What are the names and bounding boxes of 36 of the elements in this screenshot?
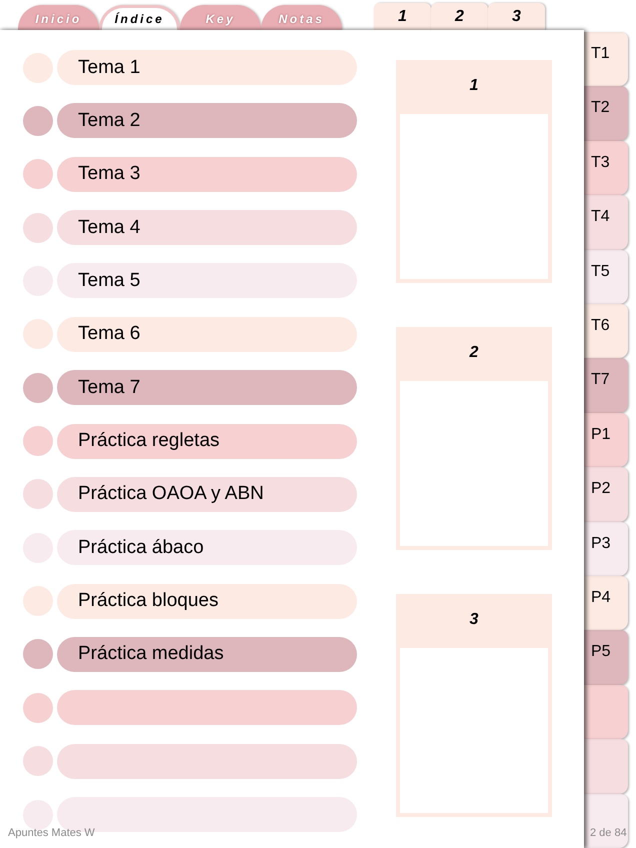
- side-tab[interactable]: T7: [584, 358, 628, 413]
- side-tab[interactable]: T6: [584, 304, 628, 358]
- index-entry[interactable]: Tema 6: [57, 316, 357, 352]
- index-entry[interactable]: Tema 4: [57, 210, 357, 246]
- index-entry[interactable]: Tema 1: [57, 50, 357, 85]
- side-tab[interactable]: [584, 739, 628, 794]
- side-tab[interactable]: T2: [584, 86, 628, 141]
- side-tab[interactable]: P5: [584, 630, 628, 685]
- index-entry[interactable]: Tema 5: [57, 263, 357, 298]
- index-entry[interactable]: Práctica ábaco: [57, 530, 357, 566]
- side-tab[interactable]: T1: [584, 32, 628, 86]
- index-entry[interactable]: Práctica medidas: [57, 636, 357, 672]
- section-tab[interactable]: 1: [374, 3, 431, 30]
- side-tab[interactable]: T5: [584, 250, 628, 304]
- side-tab[interactable]: P2: [584, 467, 628, 522]
- side-tab[interactable]: [584, 794, 628, 848]
- box-header: 2: [396, 327, 552, 379]
- page-number: 2 de 84: [590, 826, 627, 840]
- side-tab[interactable]: [584, 684, 628, 740]
- index-entry[interactable]: Tema 3: [57, 156, 357, 192]
- side-tab[interactable]: P1: [584, 412, 628, 468]
- index-entry[interactable]: Práctica OAOA y ABN: [57, 476, 357, 512]
- index-entry[interactable]: Práctica regletas: [57, 424, 357, 459]
- document-title: Apuntes Mates W: [8, 826, 95, 840]
- index-entry[interactable]: Práctica bloques: [57, 584, 357, 619]
- side-tab[interactable]: P4: [584, 576, 628, 630]
- side-tab[interactable]: T4: [584, 195, 628, 250]
- index-entry[interactable]: Tema 2: [57, 103, 357, 138]
- section-tab[interactable]: 2: [431, 3, 488, 30]
- side-tab[interactable]: P3: [584, 522, 628, 576]
- section-tab[interactable]: 3: [488, 3, 545, 30]
- side-tab[interactable]: T3: [584, 140, 628, 196]
- box-header: 1: [396, 60, 552, 112]
- index-entry[interactable]: Tema 7: [57, 370, 357, 406]
- nav-tab[interactable]: Índice: [99, 5, 180, 30]
- box-header: 3: [396, 594, 552, 646]
